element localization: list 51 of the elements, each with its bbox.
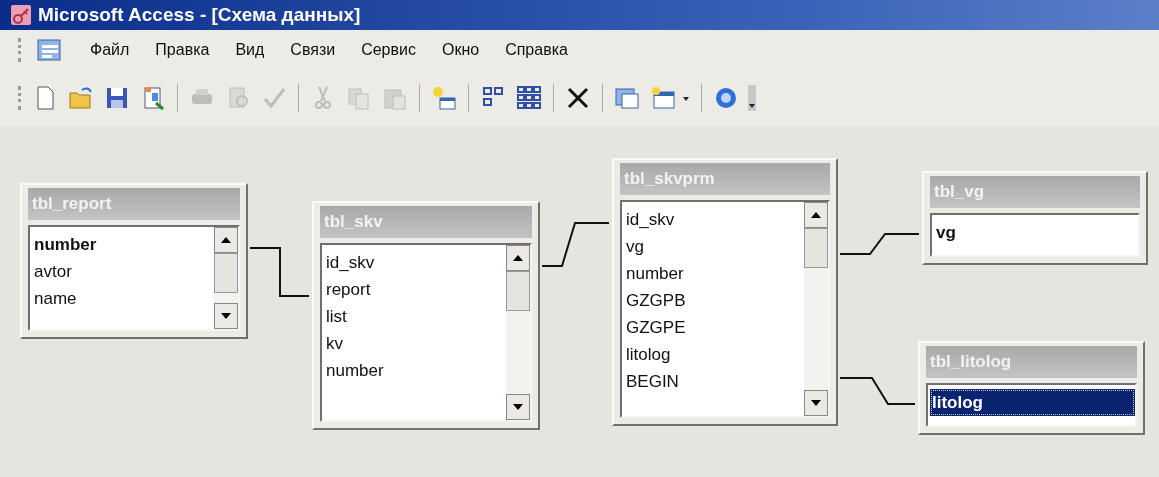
scroll-up-icon[interactable]: [506, 245, 530, 271]
table-window[interactable]: tbl_skvprm id_skv vg number GZGPB GZGPE litolog BEGIN: [612, 158, 838, 426]
scroll-down-icon[interactable]: [214, 303, 238, 329]
table-window[interactable]: tbl_report number avtor name: [20, 183, 248, 339]
scroll-thumb[interactable]: [214, 253, 238, 293]
table-title: tbl_skvprm: [620, 163, 830, 195]
menu-item[interactable]: Файл: [90, 41, 130, 59]
field-item[interactable]: kv: [324, 330, 506, 357]
key-icon: [10, 4, 32, 26]
scrollbar[interactable]: [506, 245, 530, 420]
field-item[interactable]: name: [32, 285, 214, 312]
table-title: tbl_vg: [930, 176, 1140, 208]
field-item[interactable]: litolog: [624, 341, 804, 368]
field-item[interactable]: number: [32, 231, 214, 258]
menu-item[interactable]: Сервис: [361, 41, 416, 59]
menu-item[interactable]: Правка: [155, 41, 210, 59]
field-item[interactable]: vg: [624, 233, 804, 260]
scroll-up-icon[interactable]: [804, 202, 828, 228]
menu-item[interactable]: Связи: [290, 41, 336, 59]
scroll-down-icon[interactable]: [804, 390, 828, 416]
relationship-line: [249, 247, 310, 297]
field-item[interactable]: list: [324, 303, 506, 330]
field-item[interactable]: number: [624, 260, 804, 287]
scrollbar[interactable]: [214, 227, 238, 329]
field-item[interactable]: GZGPB: [624, 287, 804, 314]
database-window-icon[interactable]: [36, 37, 64, 63]
relationship-line: [541, 222, 610, 267]
field-item[interactable]: id_skv: [324, 249, 506, 276]
toolbar-options-icon[interactable]: [747, 84, 757, 112]
table-window[interactable]: tbl_skv id_skv report list kv number: [312, 201, 540, 430]
table-title: tbl_skv: [320, 206, 532, 238]
field-item[interactable]: avtor: [32, 258, 214, 285]
table-window[interactable]: tbl_litolog litolog: [918, 341, 1145, 435]
scroll-down-icon[interactable]: [506, 394, 530, 420]
scroll-thumb[interactable]: [506, 271, 530, 311]
table-title: tbl_litolog: [926, 346, 1137, 378]
field-item[interactable]: id_skv: [624, 206, 804, 233]
field-item[interactable]: GZGPE: [624, 314, 804, 341]
menu-item[interactable]: Справка: [505, 41, 568, 59]
menu-item[interactable]: Вид: [235, 41, 265, 59]
window-title: Microsoft Access - [Схема данных]: [38, 4, 361, 26]
menu-item[interactable]: Окно: [441, 41, 480, 59]
scroll-up-icon[interactable]: [214, 227, 238, 253]
scroll-thumb[interactable]: [804, 228, 828, 268]
field-item[interactable]: report: [324, 276, 506, 303]
field-item[interactable]: litolog: [930, 389, 1135, 416]
scrollbar[interactable]: [804, 202, 828, 416]
field-item[interactable]: number: [324, 357, 506, 384]
table-title: tbl_report: [28, 188, 240, 220]
field-item[interactable]: BEGIN: [624, 368, 804, 395]
table-window[interactable]: tbl_vg vg: [922, 171, 1148, 265]
